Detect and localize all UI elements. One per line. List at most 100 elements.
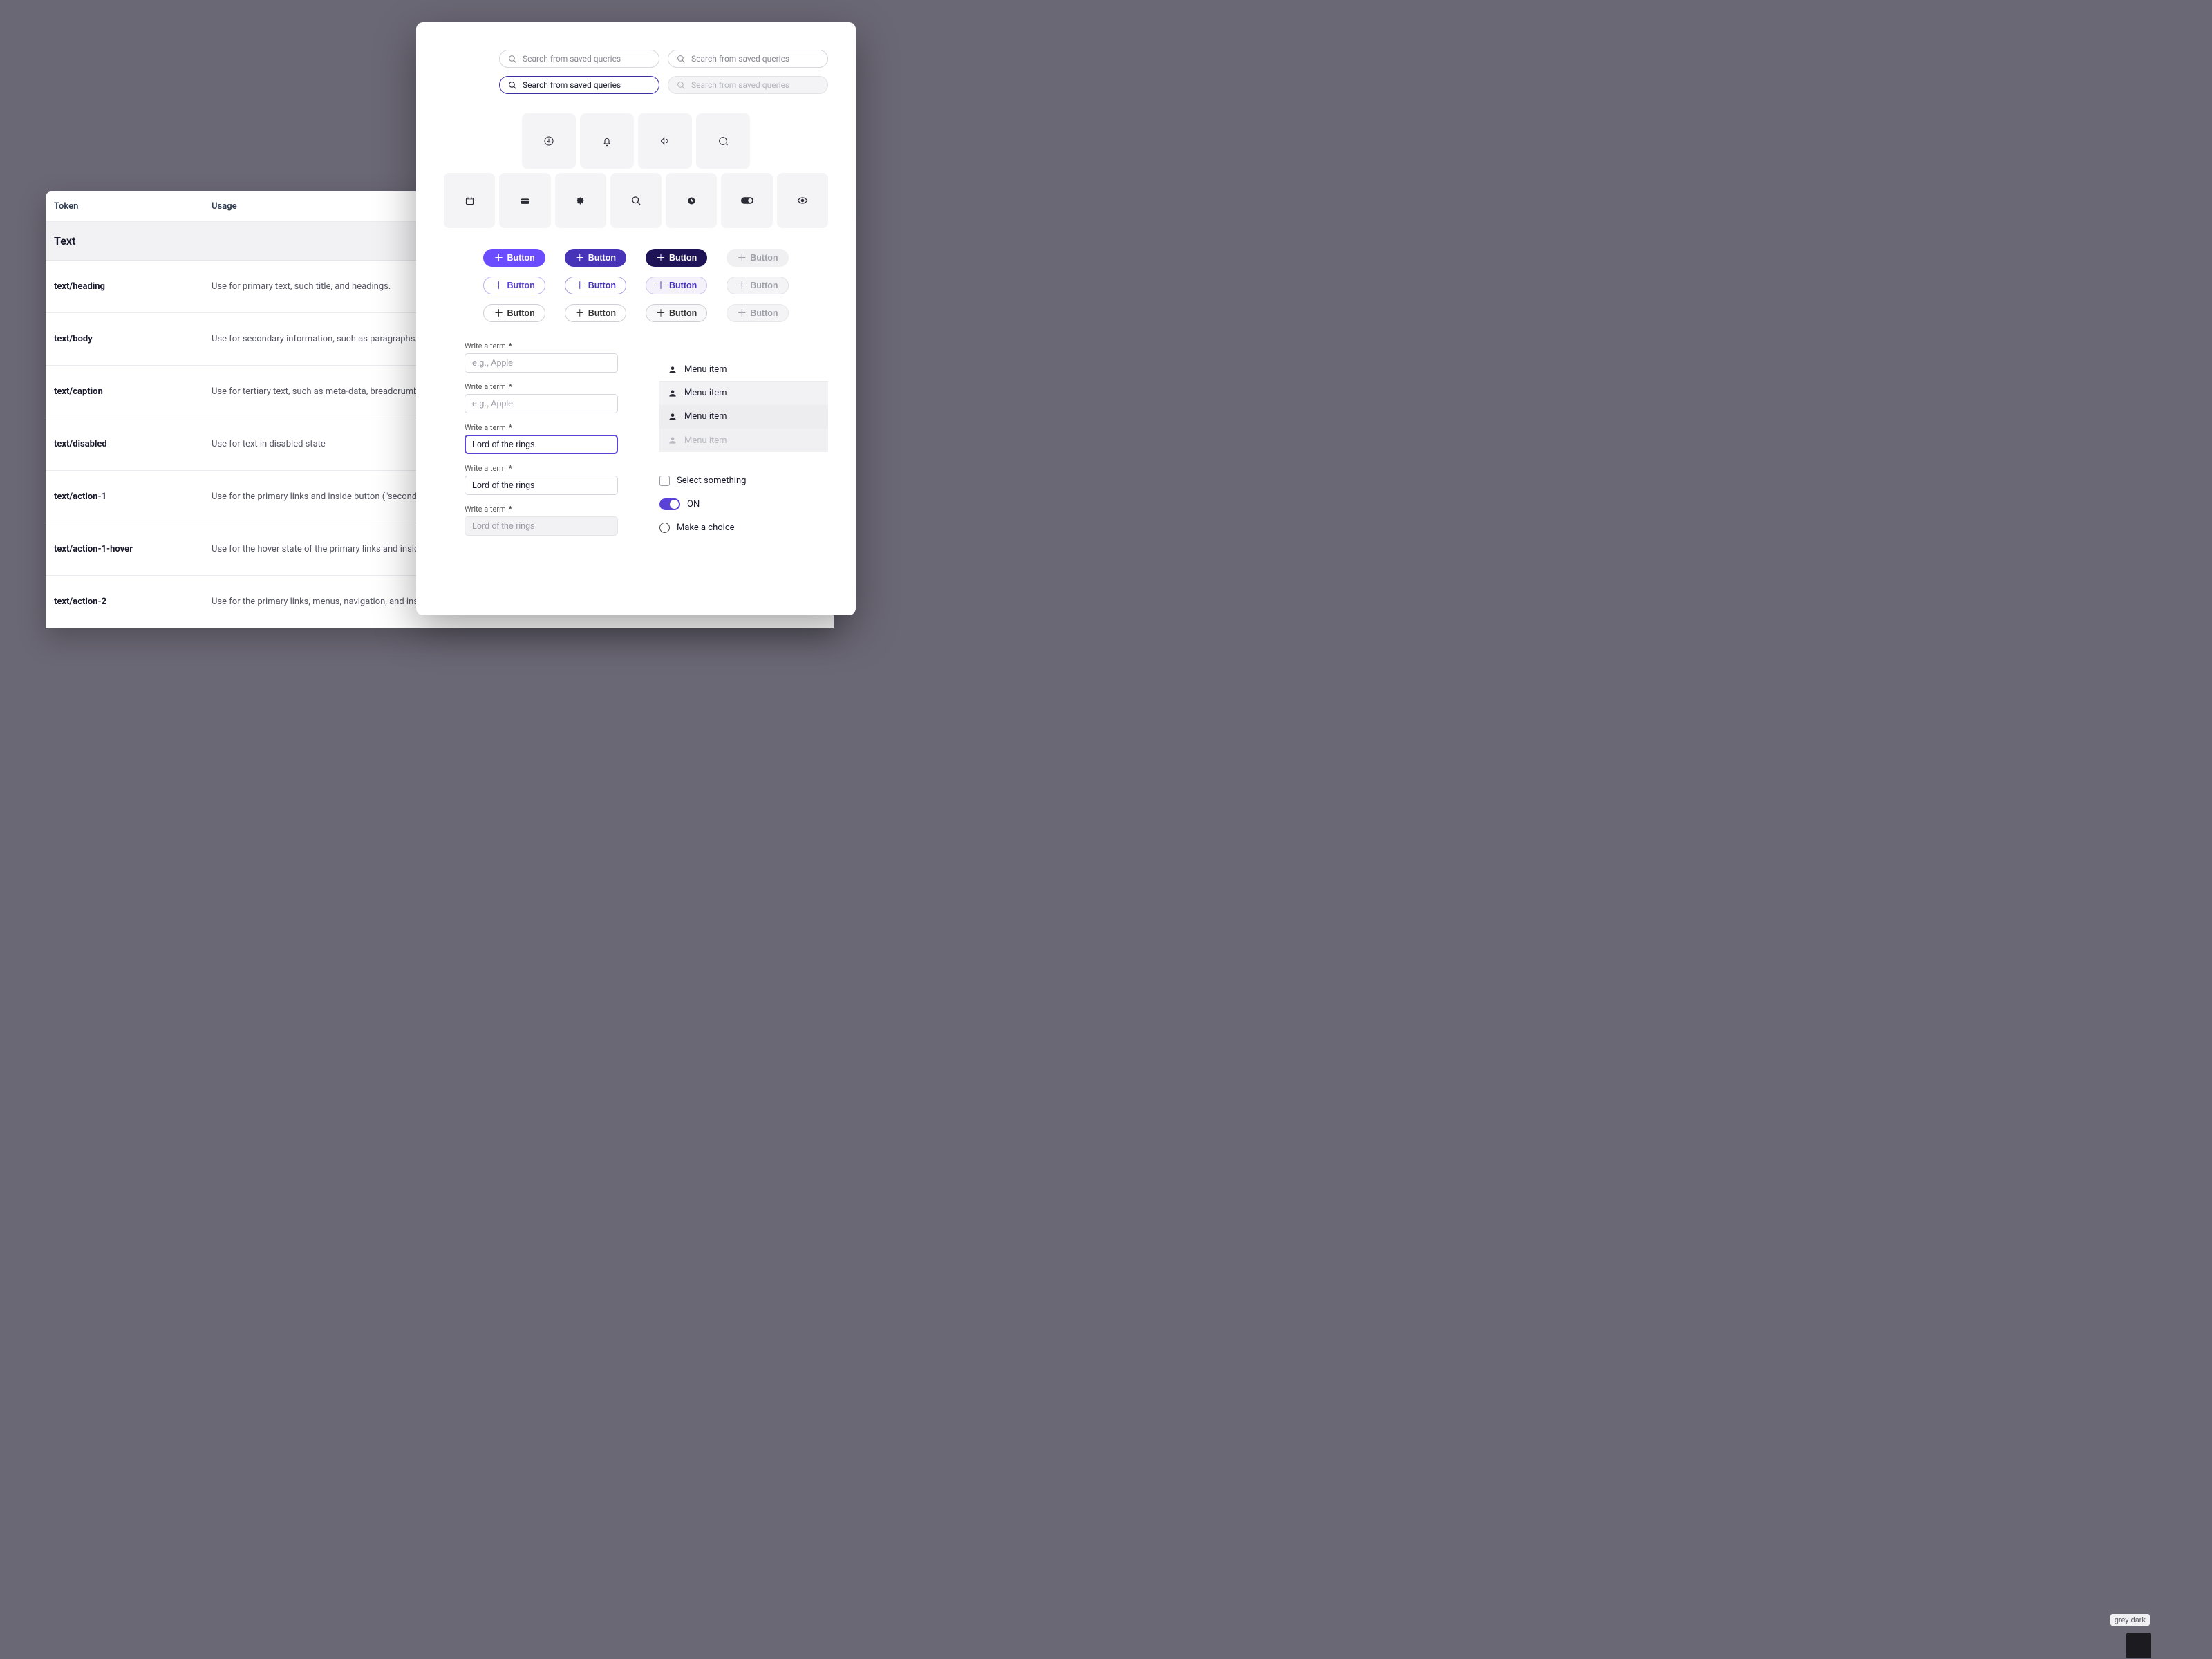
chat-icon-tile[interactable] [696,113,750,169]
button-tertiary[interactable]: ＋Button [483,304,545,322]
button-label: Button [588,281,616,290]
plus-icon: ＋ [737,308,747,318]
button-variants: ＋Button ＋Button ＋Button ＋Button ＋Button … [444,249,828,322]
toggle-icon-tile[interactable] [721,173,772,228]
token-name: text/caption [46,366,203,418]
token-name: text/action-1-hover [46,523,203,576]
column-header-token: Token [46,191,203,222]
plus-icon: ＋ [737,253,747,263]
button-label: Button [588,308,616,318]
search-variants: Search from saved queries Search from sa… [499,50,828,94]
icon-tile-row-1 [444,113,828,169]
button-secondary[interactable]: ＋ Button [483,276,545,294]
user-icon [668,388,677,398]
button-secondary-disabled: ＋Button [727,276,788,294]
button-primary[interactable]: ＋ Button [483,249,545,267]
button-primary-disabled: ＋Button [727,249,788,267]
star-icon [686,196,697,206]
card-icon-tile[interactable] [499,173,550,228]
text-field-variants: Write a term* Write a term* Write a term… [465,341,618,536]
button-row-tertiary: ＋Button ＋Button ＋Button ＋Button [483,304,788,322]
search-input-default[interactable]: Search from saved queries [499,50,659,68]
menu-list: Menu item Menu item Menu item Menu item [659,358,828,452]
checkbox-row[interactable]: Select something [659,476,828,486]
plus-icon: ＋ [656,281,666,290]
menu-item-selected[interactable]: Menu item [659,405,828,429]
plus-icon: ＋ [494,308,503,318]
search-input-default-2[interactable]: Search from saved queries [668,50,828,68]
icon-tile-row-2 [444,173,828,228]
search-icon [508,81,517,90]
button-secondary-hover[interactable]: ＋Button [565,276,626,294]
menu-item-default[interactable]: Menu item [659,358,828,382]
checkbox-icon[interactable] [659,476,670,486]
megaphone-icon-tile[interactable] [638,113,692,169]
token-name: text/action-1 [46,471,203,523]
user-icon [668,365,677,375]
plus-icon: ＋ [494,253,503,263]
search-input-active[interactable]: Search from saved queries [499,76,659,94]
gear-icon-tile[interactable] [555,173,606,228]
button-tertiary-hover[interactable]: ＋Button [565,304,626,322]
checkbox-label: Select something [677,476,746,486]
text-input-filled[interactable] [465,476,618,495]
button-primary-hover[interactable]: ＋Button [565,249,626,267]
button-label: Button [507,281,534,290]
plus-icon: ＋ [656,308,666,318]
button-row-solid: ＋Button ＋Button ＋Button ＋Button [483,249,788,267]
search-text: Search from saved queries [523,80,621,90]
radio-icon[interactable] [659,523,670,533]
download-icon [543,135,554,147]
star-icon-tile[interactable] [666,173,717,228]
toggle-switch[interactable] [659,498,680,510]
menu-item-label: Menu item [684,364,727,375]
field-label: Write a term* [465,382,618,391]
menu-item-hover[interactable]: Menu item [659,382,828,405]
bell-icon-tile[interactable] [580,113,634,169]
calendar-icon-tile[interactable] [444,173,495,228]
button-tertiary-active[interactable]: ＋Button [646,304,707,322]
search-icon [631,196,641,206]
button-secondary-active[interactable]: ＋Button [646,276,707,294]
search-icon [677,55,686,64]
search-icon [677,81,686,90]
button-label: Button [669,253,697,263]
controls-group: Select something ON Make a choice [659,476,828,533]
button-label: Button [588,253,616,263]
radio-row[interactable]: Make a choice [659,523,828,533]
eye-icon [797,195,808,206]
chat-icon [718,135,729,147]
megaphone-icon [659,135,671,147]
download-icon-tile[interactable] [522,113,576,169]
button-label: Button [507,253,534,263]
bell-icon [601,135,612,147]
search-placeholder: Search from saved queries [691,54,789,64]
gear-icon [575,196,585,206]
button-label: Button [750,253,778,263]
button-tertiary-disabled: ＋Button [727,304,788,322]
toggle-icon [741,196,753,205]
toggle-label: ON [687,499,700,509]
token-name: text/disabled [46,418,203,471]
plus-icon: ＋ [656,253,666,263]
plus-icon: ＋ [575,281,585,290]
toggle-row[interactable]: ON [659,498,828,510]
field-label: Write a term* [465,505,618,514]
eye-icon-tile[interactable] [777,173,828,228]
field-label: Write a term* [465,341,618,350]
components-panel: Search from saved queries Search from sa… [416,22,856,615]
card-icon [520,196,530,206]
button-primary-active[interactable]: ＋Button [646,249,707,267]
text-input-default[interactable] [465,353,618,373]
text-input-focus[interactable] [465,435,618,454]
search-icon-tile[interactable] [610,173,662,228]
button-label: Button [750,308,778,318]
plus-icon: ＋ [494,281,503,290]
text-input-hover[interactable] [465,394,618,413]
token-name: text/heading [46,261,203,313]
plus-icon: ＋ [575,253,585,263]
token-name: text/action-2 [46,576,203,628]
menu-item-label: Menu item [684,388,727,398]
plus-icon: ＋ [575,308,585,318]
user-icon [668,412,677,422]
